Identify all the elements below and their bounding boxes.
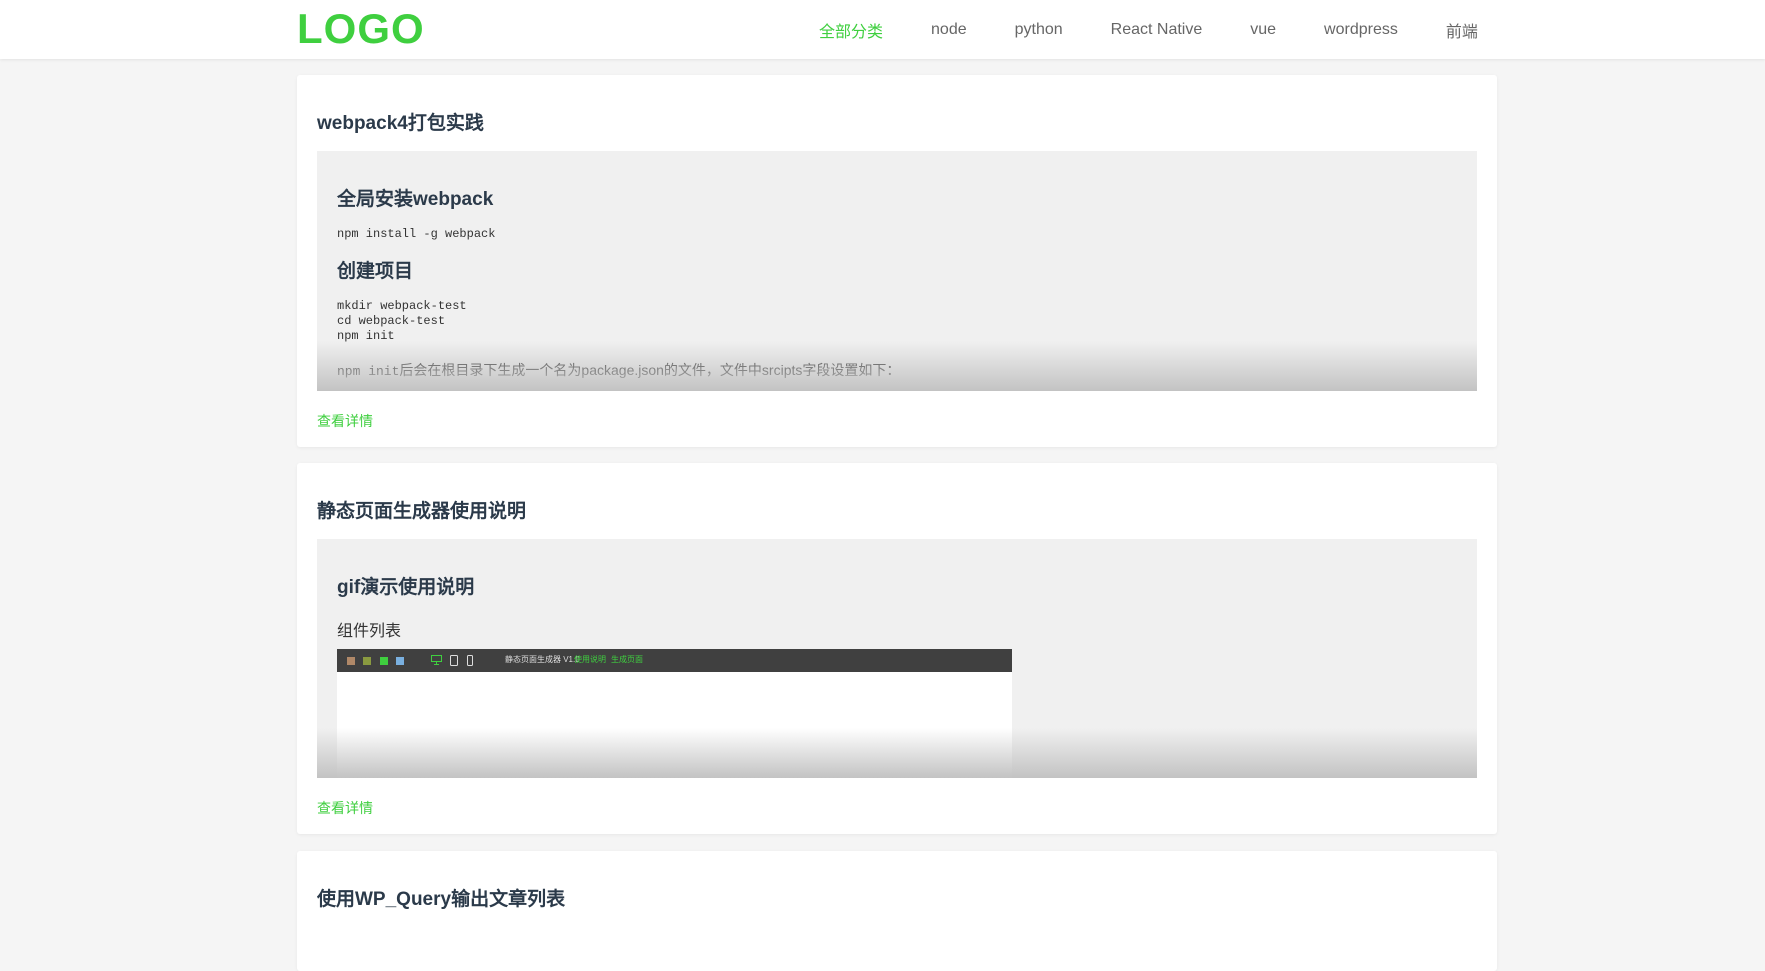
post-excerpt: gif演示使用说明 组件列表 静态页面生成器 V1.0 使用说明 生成页面 — [317, 539, 1477, 778]
code-block: npm install -g webpack — [337, 227, 496, 241]
screenshot-toolbar: 静态页面生成器 V1.0 使用说明 生成页面 — [337, 649, 1012, 672]
post-card: webpack4打包实践 全局安装webpack npm install -g … — [297, 75, 1497, 447]
post-card: 使用WP_Query输出文章列表 — [297, 851, 1497, 971]
read-more-link[interactable]: 查看详情 — [317, 411, 373, 431]
post-title[interactable]: webpack4打包实践 — [317, 108, 484, 135]
nav-item-node[interactable]: node — [907, 21, 991, 39]
nav-item-wordpress[interactable]: wordpress — [1300, 21, 1422, 39]
inline-code: npm init — [337, 364, 400, 379]
post-excerpt: 全局安装webpack npm install -g webpack 创建项目 … — [317, 151, 1477, 391]
screenshot-link: 生成页面 — [611, 655, 643, 664]
screenshot-link: 使用说明 — [574, 655, 606, 664]
demo-screenshot: 静态页面生成器 V1.0 使用说明 生成页面 — [337, 649, 1012, 778]
nav-item-python[interactable]: python — [991, 21, 1087, 39]
phone-icon — [467, 655, 473, 666]
color-swatch — [363, 657, 371, 665]
excerpt-paragraph: npm init后会在根目录下生成一个名为package.json的文件，文件中… — [337, 360, 900, 380]
read-more-link[interactable]: 查看详情 — [317, 798, 373, 818]
post-card: 静态页面生成器使用说明 gif演示使用说明 组件列表 静态页面生成器 V1.0 … — [297, 463, 1497, 834]
color-swatch — [396, 657, 404, 665]
nav-item-all[interactable]: 全部分类 — [795, 18, 907, 42]
monitor-icon — [431, 655, 442, 665]
excerpt-paragraph: 组件列表 — [337, 623, 402, 640]
post-title[interactable]: 使用WP_Query输出文章列表 — [317, 884, 565, 911]
paragraph-text: 后会在根目录下生成一个名为package.json的文件，文件中srcipts字… — [399, 362, 901, 378]
excerpt-heading: 全局安装webpack — [337, 189, 494, 210]
code-block: mkdir webpack-test cd webpack-test npm i… — [337, 299, 467, 343]
screenshot-app-title: 静态页面生成器 V1.0 — [505, 655, 580, 664]
post-title[interactable]: 静态页面生成器使用说明 — [317, 496, 526, 523]
nav-item-vue[interactable]: vue — [1226, 21, 1300, 39]
main-nav: 全部分类 node python React Native vue wordpr… — [795, 0, 1502, 59]
tablet-icon — [450, 655, 458, 666]
excerpt-heading: 创建项目 — [337, 261, 414, 282]
color-swatch — [380, 657, 388, 665]
excerpt-heading: gif演示使用说明 — [337, 577, 475, 598]
nav-item-react-native[interactable]: React Native — [1087, 21, 1227, 39]
site-logo[interactable]: LOGO — [297, 6, 425, 52]
color-swatch — [347, 657, 355, 665]
nav-item-frontend[interactable]: 前端 — [1422, 18, 1502, 42]
site-header: LOGO 全部分类 node python React Native vue w… — [0, 0, 1765, 59]
